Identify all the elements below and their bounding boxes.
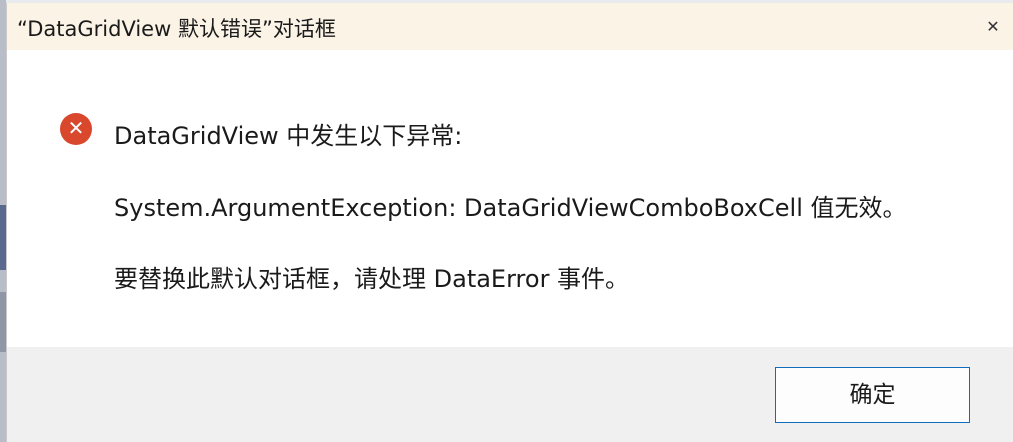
message-heading: DataGridView 中发生以下异常: <box>114 122 463 150</box>
exception-message: System.ArgumentException: DataGridViewCo… <box>114 194 907 222</box>
error-icon: ✕ <box>60 113 92 145</box>
close-icon[interactable]: ✕ <box>981 15 1005 39</box>
error-dialog: “DataGridView 默认错误”对话框 ✕ ✕ DataGridView … <box>6 3 1013 442</box>
dialog-footer: 确定 <box>7 347 1013 442</box>
dialog-title: “DataGridView 默认错误”对话框 <box>17 17 336 41</box>
dialog-title-bar[interactable]: “DataGridView 默认错误”对话框 ✕ <box>7 3 1013 50</box>
hint-message: 要替换此默认对话框，请处理 DataError 事件。 <box>114 265 630 293</box>
ok-button[interactable]: 确定 <box>775 367 970 423</box>
